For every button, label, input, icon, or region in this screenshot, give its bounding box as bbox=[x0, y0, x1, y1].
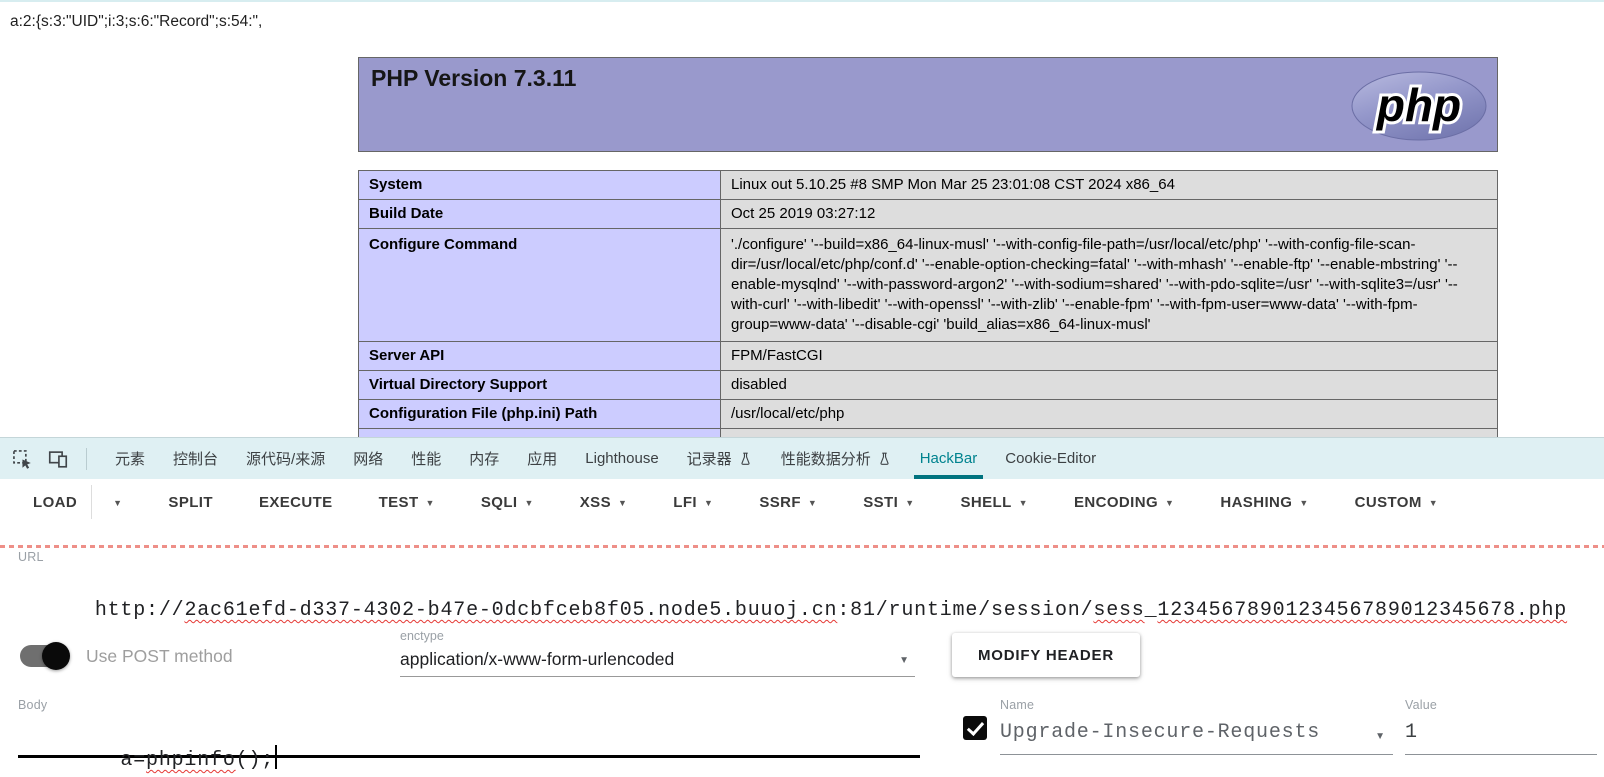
chevron-down-icon: ▼ bbox=[905, 498, 914, 508]
hackbar-panel: LOAD ▼ SPLIT EXECUTE TEST ▼ SQLI ▼ XSS bbox=[0, 479, 1604, 777]
chevron-down-icon: ▼ bbox=[426, 498, 435, 508]
device-toolbar-icon[interactable] bbox=[46, 447, 70, 471]
table-row bbox=[359, 429, 1498, 438]
hackbar-menu: LOAD ▼ SPLIT EXECUTE TEST ▼ SQLI ▼ XSS bbox=[0, 484, 1438, 520]
chevron-down-icon: ▼ bbox=[1375, 731, 1385, 742]
row-label: Server API bbox=[359, 342, 721, 371]
row-label: Configure Command bbox=[359, 229, 721, 342]
toggle-thumb bbox=[42, 642, 70, 670]
devtools-tab[interactable]: 元素 bbox=[101, 438, 159, 479]
chevron-down-icon: ▼ bbox=[524, 498, 533, 508]
url-field-label: URL bbox=[18, 550, 44, 564]
table-row: Configure Command './configure' '--build… bbox=[359, 229, 1498, 342]
devtools-tab-bar: 元素 控制台 源代码/来源 网络 性能 内存 应用 Lighth bbox=[0, 437, 1604, 479]
table-row: Virtual Directory Support disabled bbox=[359, 371, 1498, 400]
table-row: System Linux out 5.10.25 #8 SMP Mon Mar … bbox=[359, 171, 1498, 200]
chevron-down-icon: ▼ bbox=[113, 498, 122, 508]
enctype-select[interactable]: enctype application/x-www-form-urlencode… bbox=[400, 629, 915, 677]
devtools-tab[interactable]: 源代码/来源 bbox=[232, 438, 339, 479]
header-name-label: Name bbox=[1000, 698, 1034, 712]
header-value-label: Value bbox=[1405, 698, 1437, 712]
table-row: Server API FPM/FastCGI bbox=[359, 342, 1498, 371]
php-logo: php bbox=[1349, 69, 1489, 148]
menu-item[interactable]: LFI ▼ bbox=[673, 494, 713, 511]
spellcheck-underline-artifact bbox=[0, 545, 1604, 548]
chevron-down-icon: ▼ bbox=[808, 498, 817, 508]
devtools-tab[interactable]: Cookie-Editor bbox=[991, 438, 1110, 479]
header-value-text: 1 bbox=[1405, 721, 1418, 744]
menu-item[interactable]: EXECUTE bbox=[259, 494, 333, 511]
page-top-divider bbox=[0, 0, 1604, 2]
enctype-value: application/x-www-form-urlencoded bbox=[400, 649, 674, 670]
menu-item[interactable]: SQLI ▼ bbox=[481, 494, 534, 511]
chevron-down-icon: ▼ bbox=[1429, 498, 1438, 508]
php-version-title: PHP Version 7.3.11 bbox=[359, 58, 1497, 92]
menu-item[interactable]: TEST ▼ bbox=[379, 494, 435, 511]
menu-item[interactable]: SHELL ▼ bbox=[961, 494, 1028, 511]
devtools-tab[interactable]: 控制台 bbox=[159, 438, 232, 479]
row-value: Oct 25 2019 03:27:12 bbox=[721, 200, 1498, 229]
row-label bbox=[359, 429, 721, 438]
devtools-tabs: 元素 控制台 源代码/来源 网络 性能 内存 应用 Lighth bbox=[101, 438, 1110, 479]
devtools-tab[interactable]: 应用 bbox=[513, 438, 571, 479]
body-input[interactable]: a=phpinfo(); bbox=[18, 722, 920, 758]
devtools-tab[interactable]: 内存 bbox=[455, 438, 513, 479]
row-label: Configuration File (php.ini) Path bbox=[359, 400, 721, 429]
php-version-header: PHP Version 7.3.11 php bbox=[358, 57, 1498, 152]
row-value: disabled bbox=[721, 371, 1498, 400]
serialized-session-text: a:2:{s:3:"UID";i:3;s:6:"Record";s:54:", bbox=[10, 13, 262, 31]
chevron-down-icon: ▼ bbox=[1299, 498, 1308, 508]
chevron-down-icon: ▼ bbox=[704, 498, 713, 508]
inspect-element-icon[interactable] bbox=[10, 447, 34, 471]
browser-page: a:2:{s:3:"UID";i:3;s:6:"Record";s:54:", … bbox=[0, 0, 1604, 437]
header-name-value: Upgrade-Insecure-Requests bbox=[1000, 721, 1320, 744]
row-value: FPM/FastCGI bbox=[721, 342, 1498, 371]
chevron-down-icon: ▼ bbox=[618, 498, 627, 508]
header-enabled-checkbox[interactable] bbox=[963, 716, 987, 740]
devtools-tab[interactable]: 网络 bbox=[339, 438, 397, 479]
menu-item[interactable]: HASHING ▼ bbox=[1220, 494, 1308, 511]
flask-icon bbox=[738, 451, 753, 467]
row-label: Build Date bbox=[359, 200, 721, 229]
devtools-tab[interactable]: 性能数据分析 bbox=[767, 438, 906, 479]
devtools-toolbar-icons bbox=[0, 438, 101, 479]
devtools-tab[interactable]: Lighthouse bbox=[571, 438, 672, 479]
phpinfo-table: System Linux out 5.10.25 #8 SMP Mon Mar … bbox=[358, 170, 1498, 437]
table-row: Build Date Oct 25 2019 03:27:12 bbox=[359, 200, 1498, 229]
row-label: Virtual Directory Support bbox=[359, 371, 721, 400]
row-value: /usr/local/etc/php bbox=[721, 400, 1498, 429]
row-label: System bbox=[359, 171, 721, 200]
phpinfo-block: PHP Version 7.3.11 php bbox=[358, 57, 1498, 437]
text-cursor bbox=[275, 745, 277, 769]
toolbar-separator bbox=[86, 448, 87, 470]
chevron-down-icon: ▼ bbox=[1019, 498, 1028, 508]
row-value: './configure' '--build=x86_64-linux-musl… bbox=[721, 229, 1498, 342]
modify-header-button[interactable]: MODIFY HEADER bbox=[952, 633, 1140, 677]
chevron-down-icon: ▼ bbox=[899, 655, 909, 666]
svg-text:php: php bbox=[1375, 79, 1461, 131]
menu-item[interactable]: SSTI ▼ bbox=[863, 494, 914, 511]
use-post-label: Use POST method bbox=[86, 646, 233, 667]
chevron-down-icon: ▼ bbox=[1165, 498, 1174, 508]
menu-item[interactable]: LOAD ▼ bbox=[33, 485, 122, 519]
use-post-toggle[interactable] bbox=[20, 645, 66, 667]
devtools-tab[interactable]: HackBar bbox=[906, 438, 992, 479]
menu-item[interactable]: CUSTOM ▼ bbox=[1355, 494, 1438, 511]
header-value-input[interactable]: 1 bbox=[1405, 719, 1597, 755]
table-row: Configuration File (php.ini) Path /usr/l… bbox=[359, 400, 1498, 429]
enctype-label: enctype bbox=[400, 629, 444, 643]
body-field-label: Body bbox=[18, 698, 47, 712]
menu-item[interactable]: SPLIT bbox=[168, 494, 213, 511]
menu-item[interactable]: XSS ▼ bbox=[580, 494, 628, 511]
menu-divider bbox=[91, 485, 92, 519]
header-name-select[interactable]: Upgrade-Insecure-Requests ▼ bbox=[1000, 719, 1393, 755]
row-value: Linux out 5.10.25 #8 SMP Mon Mar 25 23:0… bbox=[721, 171, 1498, 200]
row-value bbox=[721, 429, 1498, 438]
menu-item[interactable]: ENCODING ▼ bbox=[1074, 494, 1174, 511]
menu-item[interactable]: SSRF ▼ bbox=[759, 494, 817, 511]
devtools-tab[interactable]: 记录器 bbox=[673, 438, 767, 479]
flask-icon bbox=[877, 451, 892, 467]
screen: a:2:{s:3:"UID";i:3;s:6:"Record";s:54:", … bbox=[0, 0, 1604, 777]
devtools-tab[interactable]: 性能 bbox=[397, 438, 455, 479]
